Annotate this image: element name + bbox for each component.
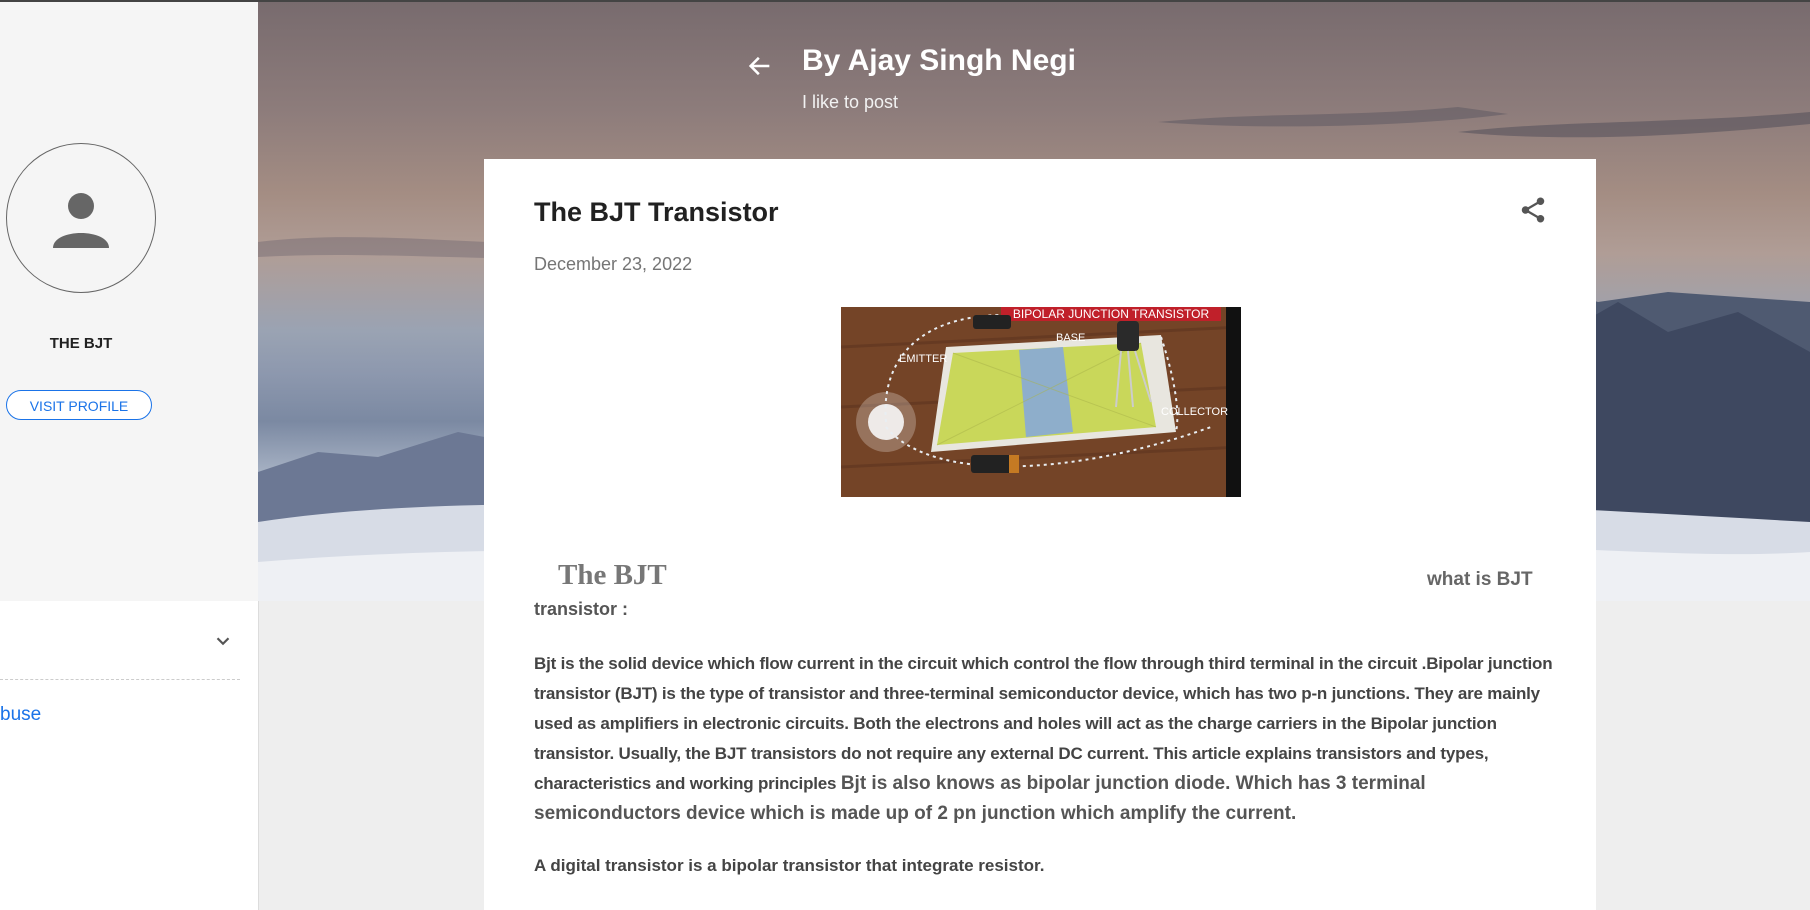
chevron-down-icon[interactable] <box>212 630 234 652</box>
person-icon <box>53 193 109 248</box>
report-abuse-link[interactable]: buse <box>0 704 41 726</box>
post-title: The BJT Transistor <box>534 197 779 227</box>
visit-profile-button[interactable]: VISIT PROFILE <box>6 390 152 420</box>
post-heading: The BJT <box>558 559 667 591</box>
blog-title[interactable]: By Ajay Singh Negi <box>802 44 1076 78</box>
post-image[interactable]: BIPOLAR JUNCTION TRANSISTOR BASE EMITTER… <box>841 307 1241 497</box>
image-label-base: BASE <box>1056 332 1085 344</box>
post-card: The BJT Transistor December 23, 2022 BIP… <box>484 159 1596 910</box>
post-subheading-continued: transistor : <box>534 599 629 619</box>
image-label-collector: COLLECTOR <box>1161 406 1228 418</box>
post-subheading: what is BJT <box>1427 569 1533 590</box>
image-label-emitter: EMITTER <box>899 353 947 365</box>
post-date[interactable]: December 23, 2022 <box>534 254 692 275</box>
post-paragraph: Bjt is the solid device which flow curre… <box>534 649 1564 829</box>
post-paragraph-2: A digital transistor is a bipolar transi… <box>534 856 1045 875</box>
share-icon[interactable] <box>1518 195 1548 225</box>
image-banner-text: BIPOLAR JUNCTION TRANSISTOR <box>1013 307 1210 321</box>
profile-panel: THE BJT VISIT PROFILE <box>0 2 258 601</box>
arrow-back-icon[interactable] <box>746 52 774 80</box>
blog-description: I like to post <box>802 92 899 112</box>
sidebar-expandable-row[interactable] <box>0 602 240 680</box>
avatar[interactable] <box>6 143 156 293</box>
profile-name: THE BJT <box>49 335 113 352</box>
sidebar: THE BJT VISIT PROFILE buse <box>0 2 259 910</box>
